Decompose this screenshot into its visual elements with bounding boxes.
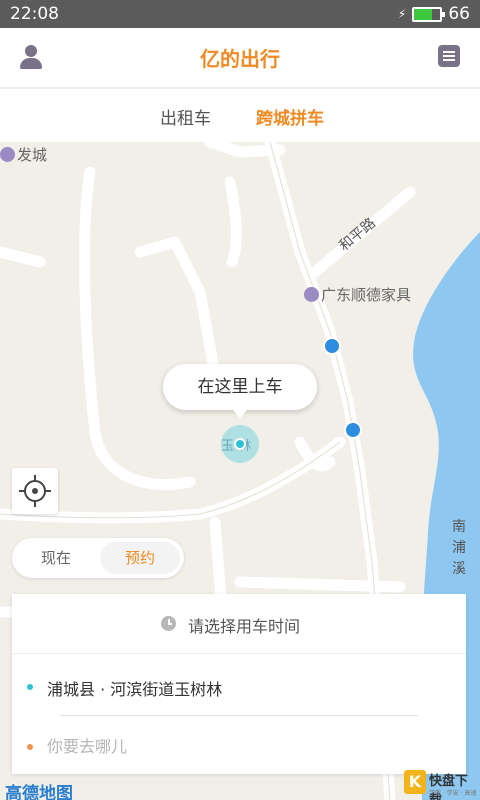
- map-poi-name: 广东顺德家具: [321, 286, 412, 304]
- amap-logo: 高德地图: [5, 784, 73, 800]
- message-icon-line: [443, 59, 455, 61]
- map-place-name: 发城: [17, 146, 48, 164]
- furniture-store-icon: [304, 287, 319, 302]
- charging-icon: ⚡: [397, 7, 407, 21]
- battery-level: 66: [448, 4, 470, 24]
- pickup-dot-icon: [27, 684, 33, 690]
- message-icon-line: [443, 51, 455, 53]
- message-button[interactable]: [438, 45, 460, 67]
- watermark-logo: K 快盘下载 学敬 · 学安 · 高速: [404, 768, 477, 800]
- destination-dot-icon: [27, 744, 33, 750]
- poi-icon: [0, 147, 15, 162]
- toggle-reserve[interactable]: 预约: [100, 542, 180, 574]
- crosshair-icon: [19, 475, 51, 507]
- destination-input[interactable]: [47, 733, 427, 759]
- app-title: 亿的出行: [200, 47, 280, 71]
- app-header: 亿的出行: [0, 28, 480, 88]
- pickup-location: 浦城县 · 河滨街道玉树林: [47, 680, 223, 699]
- watermark-subtext: 学敬 · 学安 · 高速: [429, 790, 477, 797]
- battery-fill: [414, 8, 432, 20]
- river-label-char: 浦: [452, 540, 466, 556]
- select-time-label: 请选择用车时间: [188, 617, 301, 636]
- clock-icon: [161, 616, 176, 631]
- service-tabs: 出租车 跨城拼车: [0, 89, 480, 142]
- destination-row[interactable]: [12, 716, 466, 774]
- tab-taxi[interactable]: 出租车: [160, 104, 211, 129]
- status-time: 22:08: [10, 4, 59, 24]
- bus-stop-icon[interactable]: [323, 337, 341, 355]
- river-label-char: 南: [452, 519, 466, 535]
- map-label-poi[interactable]: 广东顺德家具: [304, 284, 411, 305]
- status-indicators: ⚡ 66: [398, 4, 470, 24]
- map-view[interactable]: 发城 广东顺德家具 和平路 南浦溪 在这里上车 玉 林 现在 预约 请选择用车时…: [0, 142, 480, 800]
- watermark-badge: K: [404, 770, 426, 794]
- pickup-bubble[interactable]: 在这里上车: [163, 364, 317, 418]
- toggle-now[interactable]: 现在: [16, 542, 96, 574]
- map-river-label: 南浦溪: [452, 517, 470, 580]
- tab-intercity-carpool[interactable]: 跨城拼车: [256, 104, 324, 129]
- battery-icon: [412, 6, 446, 22]
- pickup-location-row[interactable]: 浦城县 · 河滨街道玉树林: [12, 654, 466, 716]
- status-bar: 22:08 ⚡ 66: [0, 0, 480, 28]
- map-label-place: 发城: [0, 144, 47, 165]
- locate-button[interactable]: [12, 468, 58, 514]
- river-label-char: 溪: [452, 561, 466, 577]
- booking-card: 请选择用车时间 浦城县 · 河滨街道玉树林: [12, 594, 466, 774]
- time-mode-toggle: 现在 预约: [12, 538, 184, 578]
- bus-stop-icon[interactable]: [344, 421, 362, 439]
- message-icon-line: [443, 55, 455, 57]
- select-time-row[interactable]: 请选择用车时间: [12, 594, 466, 654]
- pickup-pin-icon: [234, 438, 246, 450]
